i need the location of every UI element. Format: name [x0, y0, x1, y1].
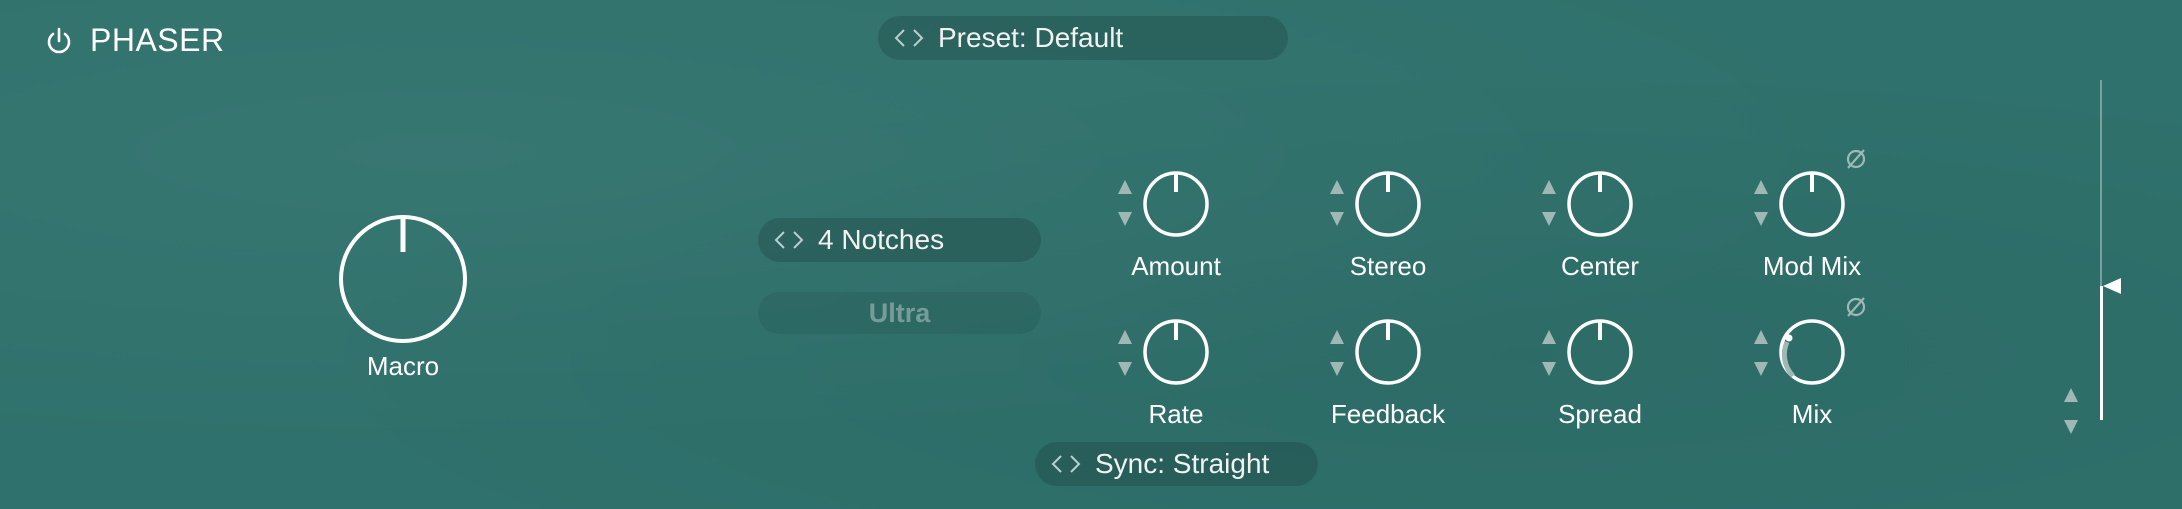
mod-mix-stepper[interactable] — [1752, 176, 1770, 232]
sync-selector[interactable]: Sync: Straight — [1035, 442, 1318, 486]
phaser-plugin-panel: PHASER Preset: Default Macro 4 Notches U… — [0, 0, 2182, 509]
stereo-knob[interactable] — [1354, 170, 1422, 238]
ultra-button[interactable]: Ultra — [758, 292, 1041, 334]
rate-stepper[interactable] — [1116, 326, 1134, 382]
feedback-label: Feedback — [1330, 399, 1446, 429]
mod-mix-knob[interactable] — [1778, 170, 1846, 238]
power-icon[interactable] — [44, 26, 74, 56]
stereo-label: Stereo — [1349, 251, 1427, 281]
chevron-left-icon[interactable] — [894, 28, 906, 48]
output-slider-fill — [2100, 286, 2103, 420]
spread-stepper[interactable] — [1540, 326, 1558, 382]
preset-label: Preset: Default — [938, 22, 1124, 53]
phase-invert-icon[interactable] — [1845, 148, 1867, 170]
spread-knob[interactable] — [1566, 318, 1634, 386]
chevron-right-icon[interactable] — [792, 230, 804, 250]
sync-label: Sync: Straight — [1095, 448, 1270, 479]
macro-label: Macro — [366, 351, 440, 381]
center-label: Center — [1560, 251, 1640, 281]
rate-knob[interactable] — [1142, 318, 1210, 386]
chevron-left-icon[interactable] — [774, 230, 786, 250]
notches-label: 4 Notches — [818, 224, 945, 255]
feedback-knob[interactable] — [1354, 318, 1422, 386]
output-slider-handle[interactable] — [2103, 276, 2123, 296]
preset-selector[interactable]: Preset: Default — [878, 16, 1288, 60]
chevron-left-icon[interactable] — [1051, 454, 1063, 474]
notches-arrows[interactable] — [774, 230, 804, 250]
amount-knob[interactable] — [1142, 170, 1210, 238]
chevron-right-icon[interactable] — [912, 28, 924, 48]
macro-knob[interactable] — [336, 212, 470, 346]
phase-invert-icon[interactable] — [1845, 296, 1867, 318]
mix-label: Mix — [1791, 399, 1833, 429]
preset-arrows[interactable] — [894, 28, 924, 48]
center-stepper[interactable] — [1540, 176, 1558, 232]
mod-mix-label: Mod Mix — [1762, 251, 1862, 281]
output-stepper[interactable] — [2062, 384, 2080, 440]
center-knob[interactable] — [1566, 170, 1634, 238]
notches-selector[interactable]: 4 Notches — [758, 218, 1041, 262]
spread-label: Spread — [1558, 399, 1642, 429]
amount-label: Amount — [1131, 251, 1221, 281]
mix-stepper[interactable] — [1752, 326, 1770, 382]
plugin-title: PHASER — [90, 22, 225, 58]
rate-label: Rate — [1148, 399, 1204, 429]
amount-stepper[interactable] — [1116, 176, 1134, 232]
feedback-stepper[interactable] — [1328, 326, 1346, 382]
sync-arrows[interactable] — [1051, 454, 1081, 474]
stereo-stepper[interactable] — [1328, 176, 1346, 232]
mix-knob[interactable] — [1778, 318, 1846, 386]
chevron-right-icon[interactable] — [1069, 454, 1081, 474]
